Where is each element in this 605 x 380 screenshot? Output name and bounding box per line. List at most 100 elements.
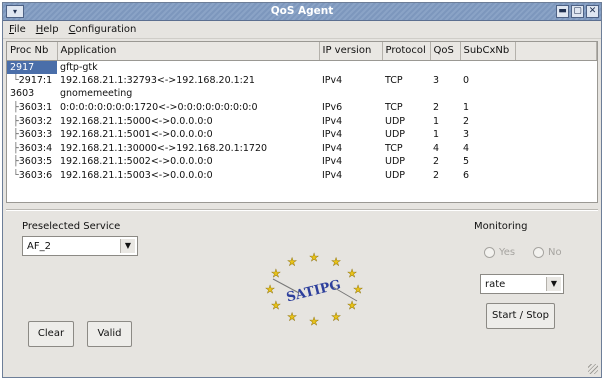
- preselected-service-combo[interactable]: AF_2 ▼: [22, 236, 138, 256]
- table-row[interactable]: ├3603:4 192.168.21.1:30000<->192.168.20.1…: [7, 142, 597, 156]
- cell-ip-version-text: IPv4: [322, 142, 343, 154]
- maximize-button[interactable]: ▢: [571, 5, 584, 18]
- cell-application-text: 192.168.21.1:5003<->0.0.0.0:0: [60, 170, 213, 182]
- chevron-down-icon: ▼: [546, 277, 561, 291]
- cell-proc-nb: ├3603:1: [7, 101, 57, 115]
- table-row[interactable]: 3603 gnomemeeting: [7, 87, 597, 101]
- cell-filler: [515, 74, 597, 88]
- preselected-service-label: Preselected Service: [22, 221, 121, 232]
- cell-qos-text: 1: [433, 129, 440, 141]
- cell-application-text: 192.168.21.1:30000<->192.168.20.1:1720: [60, 142, 268, 154]
- cell-application-text: 192.168.21.1:5001<->0.0.0.0:0: [60, 129, 213, 141]
- cell-proc-nb-text: 3603:1: [18, 102, 53, 114]
- cell-application: gnomemeeting: [57, 87, 319, 101]
- cell-subcxnb: 4: [460, 142, 515, 156]
- column-header-qos[interactable]: QoS: [430, 42, 461, 61]
- cell-proc-nb-text: 3603:3: [18, 129, 53, 141]
- column-header-protocol[interactable]: Protocol: [382, 42, 431, 61]
- table-row[interactable]: ├3603:3 192.168.21.1:5001<->0.0.0.0:0 IPv4…: [7, 128, 597, 142]
- title-bar[interactable]: ▾ QoS Agent ▬ ▢ ✕: [3, 3, 601, 21]
- table-row[interactable]: ├3603:1 0:0:0:0:0:0:0:0:1720<->0:0:0:0:0:…: [7, 101, 597, 115]
- cell-protocol-text: UDP: [385, 156, 405, 168]
- cell-ip-version: IPv4: [319, 142, 382, 156]
- radio-yes-label: Yes: [499, 247, 516, 258]
- cell-application-text: 0:0:0:0:0:0:0:0:1720<->0:0:0:0:0:0:0:0:0: [60, 102, 258, 114]
- star-icon: ★: [287, 255, 297, 268]
- cell-ip-version: IPv4: [319, 155, 382, 169]
- menu-file[interactable]: File: [9, 24, 26, 35]
- cell-proc-nb: └3603:6: [7, 169, 57, 183]
- cell-ip-version-text: IPv4: [322, 129, 343, 141]
- cell-ip-version: [319, 60, 382, 74]
- cell-ip-version-text: IPv4: [322, 115, 343, 127]
- cell-proc-nb: ├3603:5: [7, 155, 57, 169]
- cell-protocol-text: TCP: [385, 102, 403, 114]
- cell-qos: 1: [430, 114, 460, 128]
- cell-protocol-text: UDP: [385, 129, 405, 141]
- cell-proc-nb-text: 2917:1: [18, 74, 53, 86]
- cell-proc-nb: └2917:1: [7, 74, 57, 88]
- cell-application: 0:0:0:0:0:0:0:0:1720<->0:0:0:0:0:0:0:0:0: [57, 101, 319, 115]
- cell-proc-nb-text: 3603:6: [18, 170, 53, 182]
- column-header-application[interactable]: Application: [57, 42, 320, 61]
- column-header-subcxnb[interactable]: SubCxNb: [460, 42, 516, 61]
- column-header-ip-version[interactable]: IP version: [319, 42, 383, 61]
- star-icon: ★: [347, 267, 357, 280]
- window-title: QoS Agent: [270, 5, 334, 17]
- minimize-button[interactable]: ▬: [556, 5, 569, 18]
- valid-button[interactable]: Valid: [87, 321, 132, 347]
- table-row[interactable]: ├3603:2 192.168.21.1:5000<->0.0.0.0:0 IPv4…: [7, 114, 597, 128]
- cell-subcxnb: 0: [460, 74, 515, 88]
- menu-help[interactable]: Help: [36, 24, 59, 35]
- monitoring-metric-combo[interactable]: rate ▼: [480, 274, 564, 294]
- table-row[interactable]: └3603:6 192.168.21.1:5003<->0.0.0.0:0 IPv4…: [7, 169, 597, 183]
- cell-subcxnb-text: 1: [463, 102, 470, 114]
- cell-proc-nb: 2917: [7, 60, 57, 74]
- table-row[interactable]: 2917 gftp-gtk: [7, 60, 597, 74]
- cell-qos: 3: [430, 74, 460, 88]
- cell-application: 192.168.21.1:32793<->192.168.20.1:21: [57, 74, 319, 88]
- cell-proc-nb-text: 2917: [10, 61, 35, 73]
- column-header-proc-nb[interactable]: Proc Nb: [7, 42, 58, 61]
- monitoring-no-radio[interactable]: No: [533, 247, 562, 258]
- menu-configuration[interactable]: Configuration: [69, 24, 137, 35]
- monitoring-yes-radio[interactable]: Yes: [484, 247, 515, 258]
- cell-proc-nb: ├3603:2: [7, 114, 57, 128]
- cell-protocol-text: TCP: [385, 142, 403, 154]
- table-row[interactable]: └2917:1 192.168.21.1:32793<->192.168.20.1…: [7, 74, 597, 88]
- cell-protocol: TCP: [382, 142, 430, 156]
- resize-grip[interactable]: [588, 364, 598, 374]
- cell-qos-text: 3: [433, 74, 440, 86]
- radio-circle-icon: [484, 247, 495, 258]
- table-row[interactable]: ├3603:5 192.168.21.1:5002<->0.0.0.0:0 IPv4…: [7, 155, 597, 169]
- radio-circle-icon: [533, 247, 544, 258]
- preselected-service-value: AF_2: [27, 240, 51, 252]
- cell-filler: [515, 87, 597, 101]
- star-icon: ★: [309, 315, 319, 328]
- menu-bar: File Help Configuration: [3, 21, 601, 39]
- cell-application-text: gftp-gtk: [60, 61, 98, 73]
- star-icon: ★: [331, 311, 341, 324]
- cell-proc-nb: 3603: [7, 87, 57, 101]
- star-icon: ★: [271, 299, 281, 312]
- start-stop-button[interactable]: Start / Stop: [486, 303, 555, 329]
- cell-filler: [515, 101, 597, 115]
- cell-subcxnb: 3: [460, 128, 515, 142]
- cell-qos: 4: [430, 142, 460, 156]
- cell-qos: [430, 60, 460, 74]
- cell-filler: [515, 128, 597, 142]
- cell-proc-nb-text: 3603:4: [18, 142, 53, 154]
- cell-filler: [515, 114, 597, 128]
- cell-protocol: UDP: [382, 128, 430, 142]
- satipg-logo: ★ ★ ★ ★ ★ ★ ★ ★ ★ ★ ★ ★ SATIPG: [265, 251, 363, 328]
- close-button[interactable]: ✕: [586, 5, 599, 18]
- cell-application-text: 192.168.21.1:32793<->192.168.20.1:21: [60, 74, 255, 86]
- cell-filler: [515, 155, 597, 169]
- cell-application: 192.168.21.1:5002<->0.0.0.0:0: [57, 155, 319, 169]
- logo-text: SATIPG: [285, 278, 342, 306]
- table-header-row: Proc Nb Application IP version Protocol …: [7, 42, 597, 61]
- cell-qos-text: 2: [433, 170, 440, 182]
- star-icon: ★: [331, 255, 341, 268]
- cell-protocol: TCP: [382, 74, 430, 88]
- clear-button[interactable]: Clear: [28, 321, 74, 347]
